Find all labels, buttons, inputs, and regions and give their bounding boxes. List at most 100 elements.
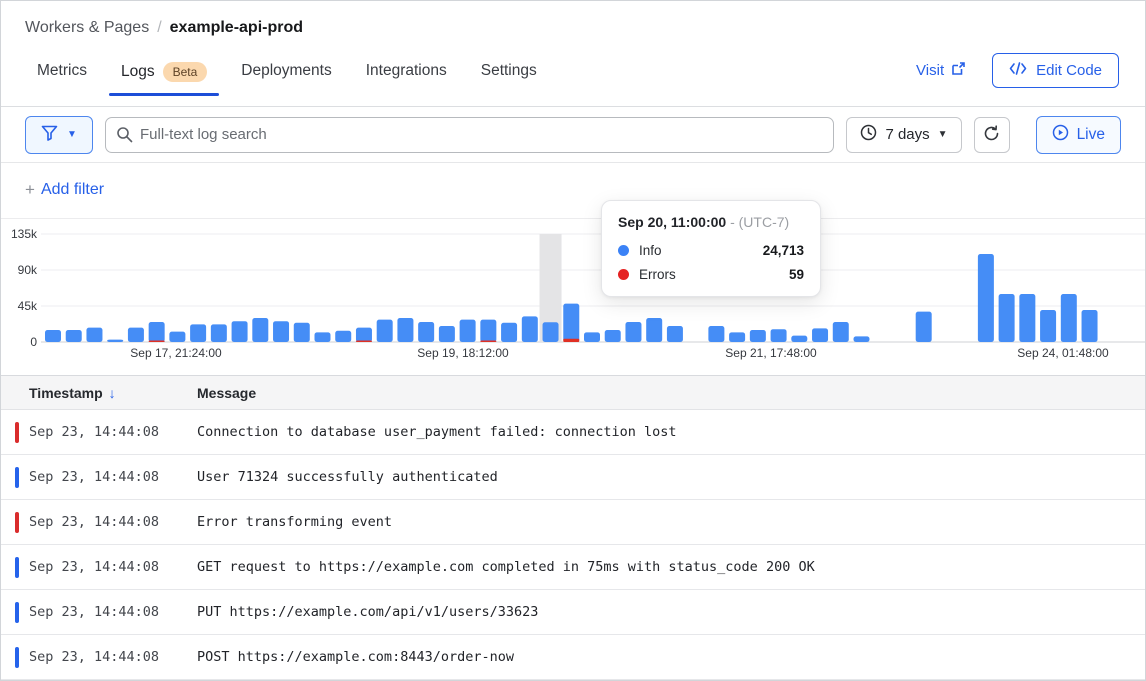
tooltip-errors-row: Errors 59 (618, 267, 804, 282)
svg-text:Sep 21, 17:48:00: Sep 21, 17:48:00 (725, 346, 817, 360)
log-table-body: Sep 23, 14:44:08Connection to database u… (1, 410, 1145, 680)
tab-deployments-label: Deployments (241, 62, 331, 80)
tab-logs[interactable]: Logs Beta (109, 54, 219, 96)
plus-icon: + (25, 180, 35, 200)
live-button[interactable]: Live (1036, 116, 1121, 154)
log-message: Error transforming event (197, 514, 1145, 530)
log-volume-chart: 135k 90k 45k 0 Sep 17, 21:24:00 Sep 19, 18:12… (1, 219, 1145, 375)
table-header: Timestamp ↓ Message (1, 376, 1145, 410)
log-timestamp: Sep 23, 14:44:08 (1, 559, 197, 575)
visit-label: Visit (916, 62, 944, 79)
search-icon (116, 126, 133, 148)
errors-value: 59 (789, 267, 804, 282)
edit-code-button[interactable]: Edit Code (992, 53, 1119, 88)
message-header-label: Message (197, 385, 256, 401)
filter-dropdown-button[interactable]: ▼ (25, 116, 93, 154)
tab-integrations[interactable]: Integrations (354, 54, 459, 94)
tab-settings[interactable]: Settings (469, 54, 549, 94)
log-table: Timestamp ↓ Message Sep 23, 14:44:08Conn… (1, 375, 1145, 680)
refresh-button[interactable] (974, 117, 1010, 153)
visit-link[interactable]: Visit (916, 61, 966, 80)
svg-text:90k: 90k (18, 263, 38, 277)
breadcrumb: Workers & Pages / example-api-prod (25, 19, 1119, 37)
table-row[interactable]: Sep 23, 14:44:08User 71324 successfully … (1, 455, 1145, 500)
tab-integrations-label: Integrations (366, 62, 447, 80)
tab-logs-label: Logs (121, 63, 155, 81)
breadcrumb-separator: / (157, 19, 161, 37)
tabs-row: Metrics Logs Beta Deployments Integratio… (25, 53, 1119, 96)
play-circle-icon (1052, 124, 1069, 146)
edit-code-label: Edit Code (1036, 62, 1102, 79)
refresh-icon (983, 125, 1000, 145)
message-column-header: Message (197, 385, 1145, 401)
beta-badge: Beta (163, 62, 208, 82)
log-timestamp: Sep 23, 14:44:08 (1, 649, 197, 665)
code-icon (1009, 62, 1027, 79)
log-message: PUT https://example.com/api/v1/users/336… (197, 604, 1145, 620)
svg-text:0: 0 (30, 335, 37, 349)
table-row[interactable]: Sep 23, 14:44:08POST https://example.com… (1, 635, 1145, 680)
table-row[interactable]: Sep 23, 14:44:08PUT https://example.com/… (1, 590, 1145, 635)
svg-text:Sep 24, 01:48:00: Sep 24, 01:48:00 (1017, 346, 1109, 360)
error-level-indicator (15, 512, 19, 533)
info-level-indicator (15, 647, 19, 668)
search-input[interactable] (105, 117, 834, 153)
tooltip-timestamp: Sep 20, 11:00:00 (618, 214, 726, 230)
tooltip-title-row: Sep 20, 11:00:00 - (UTC-7) (618, 214, 804, 230)
page-header: Workers & Pages / example-api-prod Metri… (1, 1, 1145, 96)
log-timestamp: Sep 23, 14:44:08 (1, 604, 197, 620)
tab-settings-label: Settings (481, 62, 537, 80)
table-row[interactable]: Sep 23, 14:44:08Error transforming event (1, 500, 1145, 545)
table-row[interactable]: Sep 23, 14:44:08Connection to database u… (1, 410, 1145, 455)
chevron-down-icon: ▼ (67, 130, 77, 140)
add-filter-row: + Add filter (1, 163, 1145, 219)
tab-bar: Metrics Logs Beta Deployments Integratio… (25, 54, 549, 96)
svg-text:Sep 19, 18:12:00: Sep 19, 18:12:00 (417, 346, 509, 360)
info-label: Info (639, 243, 662, 258)
log-timestamp: Sep 23, 14:44:08 (1, 514, 197, 530)
errors-dot (618, 269, 629, 280)
header-actions: Visit Edit Code (916, 53, 1119, 96)
chart-tooltip: Sep 20, 11:00:00 - (UTC-7) Info 24,713 E… (601, 200, 821, 297)
log-message: User 71324 successfully authenticated (197, 469, 1145, 485)
log-timestamp: Sep 23, 14:44:08 (1, 424, 197, 440)
svg-text:45k: 45k (18, 299, 38, 313)
tab-metrics-label: Metrics (37, 62, 87, 80)
tab-deployments[interactable]: Deployments (229, 54, 343, 94)
tooltip-info-row: Info 24,713 (618, 243, 804, 258)
info-level-indicator (15, 602, 19, 623)
info-value: 24,713 (763, 243, 804, 258)
log-message: Connection to database user_payment fail… (197, 424, 1145, 440)
log-toolbar: ▼ 7 days ▼ Live (1, 107, 1145, 163)
breadcrumb-workers-pages[interactable]: Workers & Pages (25, 19, 149, 37)
svg-text:135k: 135k (11, 227, 38, 241)
add-filter-label: Add filter (41, 181, 104, 199)
add-filter-button[interactable]: + Add filter (25, 180, 104, 200)
time-range-dropdown[interactable]: 7 days ▼ (846, 117, 961, 153)
funnel-icon (41, 125, 58, 144)
bar-chart[interactable]: 135k 90k 45k 0 Sep 17, 21:24:00 Sep 19, 18:12… (1, 219, 1146, 369)
info-level-indicator (15, 467, 19, 488)
external-link-icon (951, 61, 966, 80)
error-level-indicator (15, 422, 19, 443)
page-title: example-api-prod (170, 19, 303, 37)
sort-descending-icon: ↓ (109, 385, 116, 401)
live-label: Live (1077, 126, 1105, 144)
log-message: GET request to https://example.com compl… (197, 559, 1145, 575)
timestamp-column-header[interactable]: Timestamp ↓ (1, 385, 197, 401)
timestamp-header-label: Timestamp (29, 385, 103, 401)
log-message: POST https://example.com:8443/order-now (197, 649, 1145, 665)
svg-text:Sep 17, 21:24:00: Sep 17, 21:24:00 (130, 346, 222, 360)
chevron-down-icon: ▼ (938, 130, 948, 140)
table-row[interactable]: Sep 23, 14:44:08GET request to https://e… (1, 545, 1145, 590)
tooltip-timezone: - (UTC-7) (730, 214, 789, 230)
errors-label: Errors (639, 267, 676, 282)
info-level-indicator (15, 557, 19, 578)
time-range-label: 7 days (885, 126, 929, 143)
clock-icon (860, 124, 877, 145)
search-wrap (105, 117, 834, 153)
log-timestamp: Sep 23, 14:44:08 (1, 469, 197, 485)
workers-logs-page: Workers & Pages / example-api-prod Metri… (0, 0, 1146, 681)
info-dot (618, 245, 629, 256)
tab-metrics[interactable]: Metrics (25, 54, 99, 94)
